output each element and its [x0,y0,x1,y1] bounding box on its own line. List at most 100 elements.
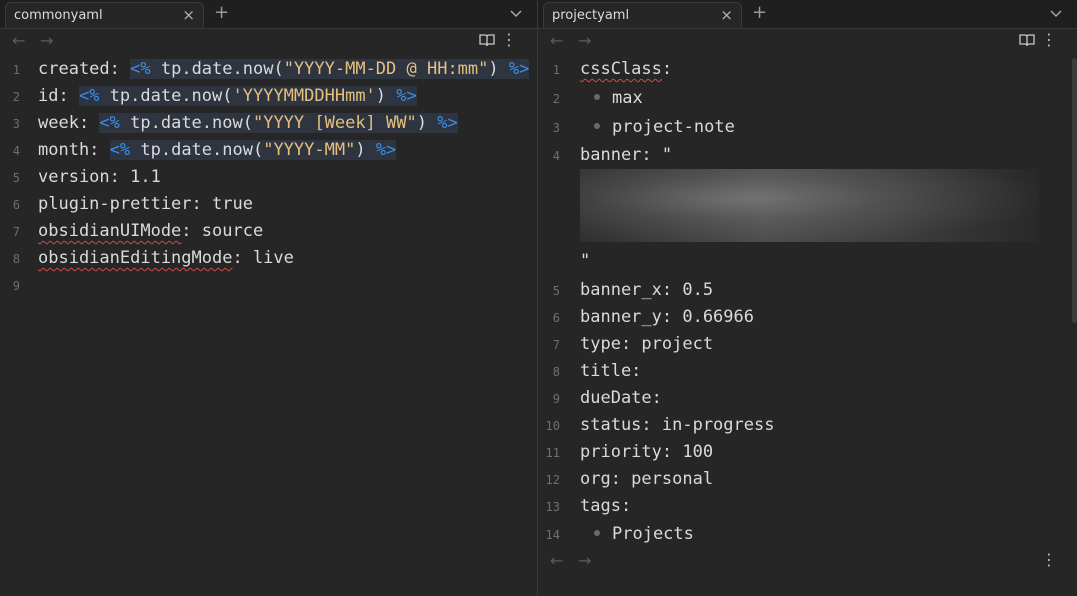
new-tab-icon[interactable]: + [214,3,229,23]
back-arrow-icon[interactable]: ← [12,31,25,50]
code-line[interactable]: 7 type: project [538,331,1077,358]
code-token: tp.date.now( [119,113,253,133]
code-token: priority: 100 [580,442,714,462]
code-token: type: project [580,334,714,354]
code-text: obsidianUIMode: source [38,221,263,241]
code-line[interactable]: 9 dueDate: [538,385,1077,412]
scrollbar[interactable] [1072,58,1077,323]
code-token: ) [488,59,509,79]
line-number: 7 [552,338,560,352]
code-token: banner: " [580,145,673,165]
right-editor-pane: projectyaml × + ← → ⋮ 1 cssClass: 2 max 3 pro… [538,0,1077,596]
code-line[interactable]: 2 max [538,85,1077,112]
code-line[interactable]: 12 org: personal [538,466,1077,493]
code-line[interactable]: 14 Projects [538,521,1077,548]
code-token: title: [580,361,642,381]
code-token: "YYYY-MM-DD @ HH:mm" [283,59,489,79]
code-line[interactable]: 5 banner_x: 0.5 [538,277,1077,304]
new-tab-icon[interactable]: + [752,3,767,23]
close-icon[interactable]: × [182,6,195,24]
code-text: created: <% tp.date.now("YYYY-MM-DD @ HH… [38,59,530,79]
code-token: : source [181,221,264,241]
code-token: ) [375,86,397,106]
code-line[interactable]: 2 id: <% tp.date.now('YYYYMMDDHHmm') %> [0,83,537,110]
code-line[interactable]: 6 plugin-prettier: true [0,191,537,218]
code-text: Projects [580,524,694,544]
line-number: 13 [545,500,560,514]
code-token: ) [355,140,376,160]
code-token: plugin-prettier: true [38,194,253,214]
code-line[interactable]: 7 obsidianUIMode: source [0,218,537,245]
more-options-icon[interactable]: ⋮ [1041,30,1057,50]
code-token: cssClass [580,59,662,79]
code-line[interactable]: " [538,248,1077,275]
line-number: 2 [12,90,20,104]
code-text: week: <% tp.date.now("YYYY [Week] WW") %… [38,113,458,133]
code-text: banner_x: 0.5 [580,280,713,300]
code-line[interactable]: 1 cssClass: [538,56,1077,83]
chevron-down-icon[interactable] [1049,6,1063,20]
code-token: week: [38,113,100,133]
code-text: priority: 100 [580,442,713,462]
code-token: <% [109,140,131,160]
code-token: tags: [580,496,632,516]
line-number: 8 [12,252,20,266]
line-number: 12 [545,473,560,487]
code-line[interactable]: 13 tags: [538,493,1077,520]
code-line[interactable]: 3 project-note [538,114,1077,141]
line-number: 6 [12,198,20,212]
line-number: 2 [552,92,560,106]
more-options-icon[interactable]: ⋮ [501,30,517,50]
code-text: plugin-prettier: true [38,194,253,214]
line-number: 9 [552,392,560,406]
code-token: max [612,88,643,108]
reading-view-icon[interactable] [479,33,495,47]
code-line[interactable]: 8 title: [538,358,1077,385]
line-number: 4 [12,144,20,158]
line-number: 1 [12,63,20,77]
line-number: 10 [545,419,560,433]
code-line[interactable]: 1 created: <% tp.date.now("YYYY-MM-DD @ H… [0,56,537,83]
code-token: <% [99,113,120,133]
right-tab-bar: projectyaml × + [538,0,1077,29]
code-line[interactable]: 10 status: in-progress [538,412,1077,439]
tab-projectyaml[interactable]: projectyaml × [543,2,742,28]
code-line[interactable]: 8 obsidianEditingMode: live [0,245,537,272]
code-token: tp.date.now( [99,86,233,106]
code-token: tp.date.now( [150,59,284,79]
code-line[interactable]: 4 banner: " [538,142,1077,169]
code-token: dueDate: [580,388,662,408]
code-text: tags: [580,496,631,516]
line-number: 6 [552,311,560,325]
tab-commonyaml[interactable]: commonyaml × [5,2,204,28]
code-text: id: <% tp.date.now('YYYYMMDDHHmm') %> [38,86,417,106]
back-arrow-icon[interactable]: ← [550,31,563,50]
forward-arrow-icon[interactable]: → [578,551,591,570]
line-number: 4 [552,149,560,163]
back-arrow-icon[interactable]: ← [550,551,563,570]
reading-view-icon[interactable] [1019,33,1035,47]
code-token: banner_x: 0.5 [580,280,714,300]
code-token: banner_y: 0.66966 [580,307,754,327]
code-line[interactable]: 6 banner_y: 0.66966 [538,304,1077,331]
code-text: banner_y: 0.66966 [580,307,754,327]
line-number: 1 [552,63,560,77]
code-token: 'YYYYMMDDHHmm' [232,86,376,106]
line-number: 5 [12,171,20,185]
code-line[interactable]: 11 priority: 100 [538,439,1077,466]
left-editor-pane: commonyaml × + ← → ⋮ 1 created: <% tp.dat… [0,0,537,596]
more-options-icon[interactable]: ⋮ [1041,550,1057,570]
code-line[interactable]: 4 month: <% tp.date.now("YYYY-MM") %> [0,137,537,164]
code-line[interactable]: 5 version: 1.1 [0,164,537,191]
close-icon[interactable]: × [720,6,733,24]
code-token: %> [396,86,417,106]
tab-title: projectyaml [552,8,630,23]
code-token: obsidianUIMode [38,221,182,241]
chevron-down-icon[interactable] [509,6,523,20]
code-line[interactable]: 3 week: <% tp.date.now("YYYY [Week] WW") … [0,110,537,137]
code-token: ) [416,113,438,133]
line-number: 5 [552,284,560,298]
forward-arrow-icon[interactable]: → [40,31,53,50]
forward-arrow-icon[interactable]: → [578,31,591,50]
code-line[interactable]: 9 [0,272,537,299]
